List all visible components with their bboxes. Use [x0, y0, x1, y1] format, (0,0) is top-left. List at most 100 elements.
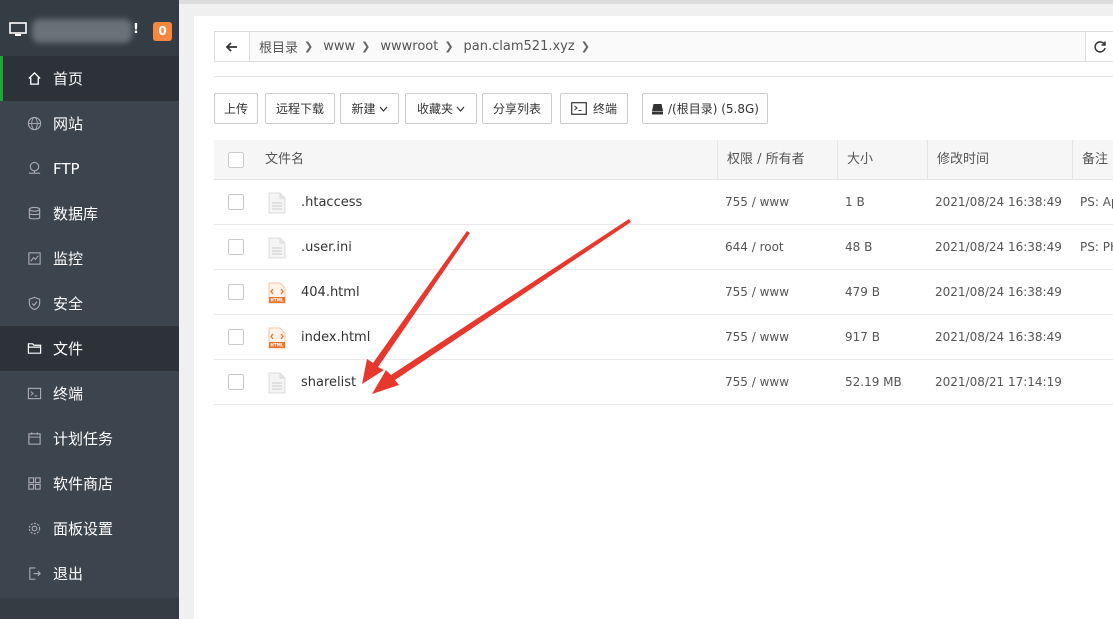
share-list-label: 分享列表: [492, 102, 541, 116]
row-checkbox[interactable]: [228, 374, 244, 390]
header-name[interactable]: 文件名: [265, 140, 304, 180]
table-row[interactable]: .user.ini 644 / root 48 B 2021/08/24 16:…: [214, 225, 1113, 270]
logout-icon: [26, 566, 42, 582]
table-row[interactable]: sharelist 755 / www 52.19 MB 2021/08/21 …: [214, 360, 1113, 405]
file-permission[interactable]: 755 / www: [725, 360, 789, 405]
terminal-label: 终端: [592, 102, 617, 116]
sidebar-item-label: 首页: [53, 70, 84, 88]
header-modified[interactable]: 修改时间: [937, 140, 989, 180]
file-name[interactable]: sharelist: [301, 360, 356, 405]
sidebar-item-website[interactable]: 网站: [0, 101, 179, 146]
table-row[interactable]: HTML index.html 755 / www 917 B 2021/08/…: [214, 315, 1113, 360]
sidebar-item-ftp[interactable]: FTP: [0, 146, 179, 191]
sidebar-item-label: 安全: [53, 295, 84, 313]
sidebar-item-label: 网站: [53, 115, 84, 133]
sidebar-item-home[interactable]: 首页: [0, 56, 179, 101]
database-icon: [26, 206, 42, 222]
header-size[interactable]: 大小: [847, 140, 873, 180]
terminal-button[interactable]: 终端: [560, 93, 628, 124]
chevron-down-icon: [456, 106, 465, 112]
file-permission[interactable]: 755 / www: [725, 180, 789, 225]
file-size: 52.19 MB: [845, 375, 902, 389]
sidebar-item-label: 数据库: [53, 205, 99, 223]
html-file-icon: HTML: [268, 282, 286, 304]
chevron-down-icon: [379, 106, 387, 112]
arrow-left-icon: [226, 41, 237, 52]
file-note[interactable]: [1080, 360, 1113, 405]
sidebar-item-settings[interactable]: 面板设置: [0, 506, 179, 551]
column-divider: [927, 140, 928, 180]
breadcrumb-site[interactable]: pan.clam521.xyz: [464, 39, 575, 54]
breadcrumb-www[interactable]: www: [323, 39, 355, 54]
table-row[interactable]: HTML 404.html 755 / www 479 B 2021/08/24…: [214, 270, 1113, 315]
sidebar-item-terminal[interactable]: 终端: [0, 371, 179, 416]
file-permission[interactable]: 644 / root: [725, 225, 784, 270]
sidebar-item-app-store[interactable]: 软件商店: [0, 461, 179, 506]
breadcrumb-root[interactable]: 根目录: [259, 37, 298, 56]
sidebar-item-monitor[interactable]: 监控: [0, 236, 179, 281]
sidebar: ! 0 首页 网站 FTP 数据库 监控 安全 文件 终端 计划任务 软件商店: [0, 0, 179, 619]
sidebar-item-logout[interactable]: 退出: [0, 551, 179, 596]
select-all-checkbox[interactable]: [228, 152, 244, 168]
ftp-icon: [26, 161, 42, 177]
header-permission[interactable]: 权限 / 所有者: [727, 140, 805, 180]
row-checkbox[interactable]: [228, 239, 244, 255]
divider: [214, 76, 1113, 77]
column-divider: [1072, 140, 1073, 180]
chevron-right-icon: ❯: [304, 40, 314, 53]
text-file-icon: [268, 237, 286, 259]
share-list-button[interactable]: 分享列表: [482, 93, 552, 124]
top-strip: [179, 0, 1113, 4]
favorites-label: 收藏夹: [416, 102, 453, 116]
sidebar-item-cron[interactable]: 计划任务: [0, 416, 179, 461]
row-checkbox[interactable]: [228, 284, 244, 300]
row-checkbox[interactable]: [228, 329, 244, 345]
sidebar-item-security[interactable]: 安全: [0, 281, 179, 326]
breadcrumb-wwwroot[interactable]: wwwroot: [380, 39, 438, 54]
sidebar-footer: [0, 598, 179, 619]
sidebar-item-label: 计划任务: [53, 430, 114, 448]
terminal-icon: [26, 386, 42, 402]
upload-label: 上传: [223, 102, 248, 116]
sidebar-item-files[interactable]: 文件: [0, 326, 179, 371]
new-dropdown-button[interactable]: 新建: [340, 93, 399, 124]
notification-badge[interactable]: 0: [153, 22, 172, 41]
computer-icon: [9, 22, 27, 36]
html-file-icon: HTML: [268, 327, 286, 349]
svg-text:HTML: HTML: [270, 343, 284, 348]
file-modified: 2021/08/24 16:38:49: [935, 240, 1062, 254]
breadcrumb: 根目录 ❯ www ❯ wwwroot ❯ pan.clam521.xyz ❯: [259, 32, 600, 61]
refresh-button[interactable]: [1085, 32, 1113, 61]
sidebar-item-database[interactable]: 数据库: [0, 191, 179, 236]
file-note[interactable]: [1080, 315, 1113, 360]
table-row[interactable]: .htaccess 755 / www 1 B 2021/08/24 16:38…: [214, 180, 1113, 225]
file-name[interactable]: index.html: [301, 315, 370, 360]
sidebar-item-label: FTP: [53, 159, 80, 178]
back-button[interactable]: [215, 32, 250, 61]
disk-label: /(根目录) (5.8G): [668, 102, 759, 116]
shield-icon: [26, 296, 42, 312]
disk-button[interactable]: /(根目录) (5.8G): [642, 93, 768, 124]
path-bar: 根目录 ❯ www ❯ wwwroot ❯ pan.clam521.xyz ❯: [214, 31, 1113, 62]
upload-button[interactable]: 上传: [214, 93, 258, 124]
file-modified: 2021/08/24 16:38:49: [935, 285, 1062, 299]
header-note: 备注: [1082, 152, 1109, 167]
file-name[interactable]: .user.ini: [301, 225, 352, 270]
remote-download-button[interactable]: 远程下载: [265, 93, 335, 124]
file-name[interactable]: 404.html: [301, 270, 360, 315]
monitor-icon: [26, 251, 42, 267]
sidebar-item-label: 软件商店: [53, 475, 114, 493]
column-divider: [717, 140, 718, 180]
globe-icon: [26, 116, 42, 132]
sidebar-item-label: 文件: [53, 340, 84, 358]
file-permission[interactable]: 755 / www: [725, 270, 789, 315]
server-header: ! 0: [0, 0, 179, 56]
file-permission[interactable]: 755 / www: [725, 315, 789, 360]
file-size: 48 B: [845, 240, 873, 254]
file-note[interactable]: [1080, 270, 1113, 315]
favorites-dropdown-button[interactable]: 收藏夹: [405, 93, 477, 124]
file-note[interactable]: PS: PH: [1080, 225, 1113, 270]
file-note[interactable]: PS: Ap: [1080, 180, 1113, 225]
row-checkbox[interactable]: [228, 194, 244, 210]
file-name[interactable]: .htaccess: [301, 180, 362, 225]
